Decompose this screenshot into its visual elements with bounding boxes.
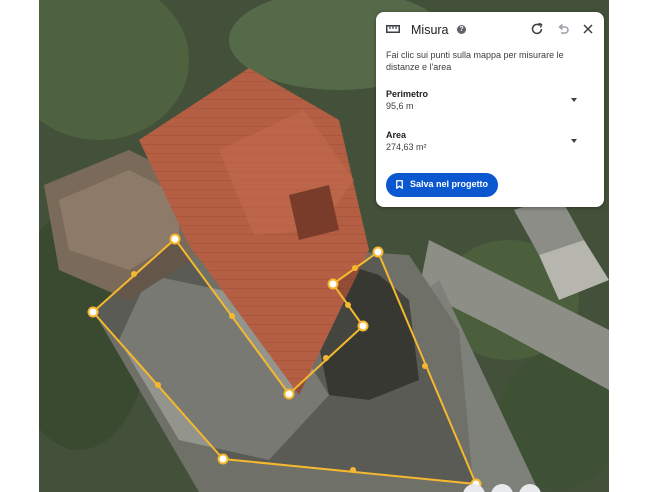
help-icon[interactable]: ? xyxy=(457,25,466,34)
perimeter-row[interactable]: Perimetro 95,6 m xyxy=(376,89,604,119)
perimeter-value: 95,6 m xyxy=(386,101,414,111)
save-button-label: Salva nel progetto xyxy=(410,179,489,189)
measure-panel: Misura ? Fai clic sui punti sulla mappa … xyxy=(376,12,604,207)
close-icon[interactable] xyxy=(581,22,595,36)
area-value: 274,63 m² xyxy=(386,142,427,152)
ruler-icon xyxy=(386,25,400,33)
panel-header: Misura ? xyxy=(376,12,604,48)
panel-title: Misura xyxy=(411,23,449,37)
redo-icon[interactable] xyxy=(530,22,544,36)
bookmark-icon xyxy=(396,180,403,189)
area-row[interactable]: Area 274,63 m² xyxy=(376,130,604,160)
save-to-project-button[interactable]: Salva nel progetto xyxy=(386,173,498,197)
instructions-text: Fai clic sui punti sulla mappa per misur… xyxy=(386,50,564,72)
undo-icon[interactable] xyxy=(556,22,570,36)
chevron-down-icon[interactable] xyxy=(571,139,577,143)
area-label: Area xyxy=(386,130,407,140)
perimeter-label: Perimetro xyxy=(386,89,429,99)
chevron-down-icon[interactable] xyxy=(571,98,577,102)
